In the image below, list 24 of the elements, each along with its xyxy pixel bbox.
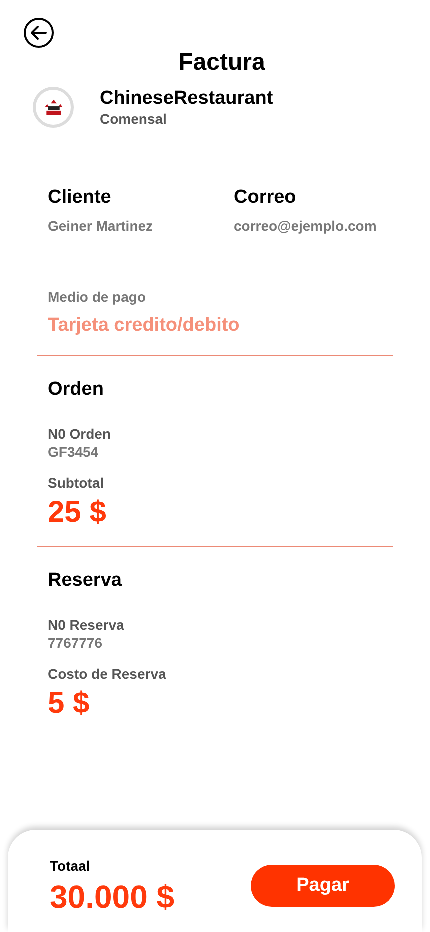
back-button[interactable]	[23, 17, 55, 49]
payment-method: Tarjeta credito/debito	[48, 314, 241, 338]
amount-label: Subtotal	[48, 474, 105, 493]
number-label: N0 Reserva	[48, 617, 126, 634]
payment-label: Medio de pago	[48, 288, 147, 307]
pay-button[interactable]: Pagar	[251, 865, 395, 907]
amount-value: 5 $	[48, 686, 91, 722]
client-value: Geiner Martinez	[48, 217, 154, 236]
client-label: Cliente	[48, 186, 112, 210]
number-value: GF3454	[48, 444, 100, 461]
section-title: Orden	[48, 378, 105, 402]
email-value: correo@ejemplo.com	[234, 217, 377, 236]
number-label: N0 Orden	[48, 426, 112, 444]
email-label: Correo	[234, 186, 298, 210]
page-title: Factura	[178, 51, 266, 75]
section-title: Reserva	[48, 568, 123, 592]
restaurant-logo	[33, 87, 74, 128]
total-label: Totaal	[50, 856, 92, 876]
user-role: Comensal	[100, 110, 168, 128]
amount-value: 25 $	[48, 495, 108, 531]
number-value: 7767776	[48, 634, 104, 652]
amount-label: Costo de Reserva	[48, 665, 168, 684]
total-amount: 30.000 $	[50, 878, 175, 916]
restaurant-name: ChineseRestaurant	[100, 87, 274, 111]
